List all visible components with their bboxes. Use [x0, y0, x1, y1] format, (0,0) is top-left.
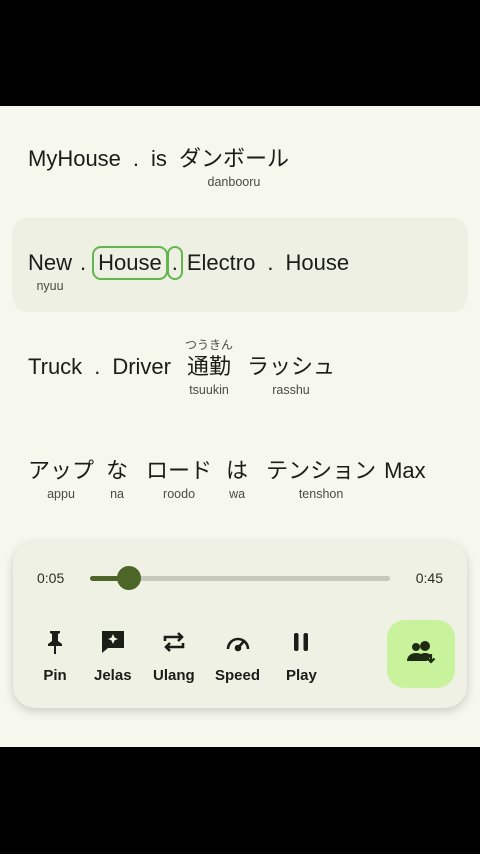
- word-separator: .: [132, 146, 140, 171]
- word-romaji: nyuu: [36, 279, 64, 293]
- word-text: House: [92, 246, 168, 280]
- lyric-word[interactable]: Max: [384, 456, 426, 486]
- word-separator: .: [80, 250, 87, 275]
- pin-label: Pin: [43, 667, 67, 684]
- seek-bar[interactable]: [90, 566, 390, 590]
- pin-button[interactable]: Pin: [40, 628, 70, 684]
- lyric-line-1[interactable]: MyHouse . is ダンボール danbooru: [28, 144, 297, 190]
- lyric-word[interactable]: は wa: [226, 456, 248, 502]
- lyric-word[interactable]: Electro: [187, 248, 255, 278]
- word-text: New: [28, 250, 73, 275]
- word-text: MyHouse: [28, 146, 121, 171]
- word-romaji: tenshon: [298, 487, 344, 501]
- word-text: Electro: [186, 250, 256, 275]
- lyric-word-current[interactable]: House: [92, 246, 168, 280]
- pin-icon: [40, 628, 70, 656]
- lyric-word[interactable]: House: [285, 248, 349, 278]
- lyric-line-3[interactable]: Truck . Driver つうきん 通勤 tsuukin ラッシュ rass…: [28, 338, 343, 398]
- total-time: 0:45: [415, 570, 443, 586]
- player-card: 0:05 0:45 Pin Jelas Ulang Speed Play: [13, 542, 467, 708]
- word-romaji: tsuukin: [189, 383, 229, 397]
- word-romaji: appu: [47, 487, 75, 501]
- word-text: Max: [384, 458, 426, 483]
- lyric-word[interactable]: ロード roodo: [146, 456, 212, 502]
- lyric-line-4[interactable]: アップ appu な na ロード roodo は wa テンション tensh…: [28, 456, 434, 502]
- ulang-label: Ulang: [153, 667, 195, 684]
- lyric-line-2[interactable]: New nyuu . House . Electro . House: [28, 246, 357, 294]
- word-romaji: na: [110, 487, 124, 501]
- speed-button[interactable]: Speed: [215, 628, 260, 684]
- repeat-icon: [159, 628, 189, 656]
- word-text: な: [106, 458, 129, 483]
- lyric-word[interactable]: MyHouse: [28, 144, 121, 174]
- word-text: Truck: [28, 354, 83, 379]
- play-pause-button[interactable]: Play: [286, 628, 317, 684]
- people-download-button[interactable]: [387, 620, 455, 688]
- ulang-button[interactable]: Ulang: [153, 628, 195, 684]
- word-text: ラッシュ: [247, 354, 336, 379]
- word-romaji: roodo: [163, 487, 196, 501]
- word-text: House: [285, 250, 350, 275]
- lyric-word[interactable]: ダンボール danbooru: [179, 144, 289, 190]
- word-furigana: つうきん: [184, 338, 233, 352]
- pause-icon: [286, 628, 316, 656]
- current-time: 0:05: [37, 570, 65, 586]
- speedometer-icon: [223, 628, 253, 656]
- speed-label: Speed: [215, 667, 261, 684]
- word-separator: .: [267, 250, 274, 275]
- lyric-word[interactable]: アップ appu: [28, 456, 94, 502]
- lyric-word[interactable]: つうきん 通勤 tsuukin: [185, 338, 233, 398]
- word-separator: .: [94, 354, 101, 379]
- word-text: は: [226, 458, 249, 483]
- word-text: アップ: [28, 458, 95, 483]
- lyric-word[interactable]: ラッシュ rasshu: [247, 338, 335, 398]
- lyrics-screen: MyHouse . is ダンボール danbooru New nyuu . H…: [0, 106, 480, 747]
- jelas-button[interactable]: Jelas: [94, 628, 132, 684]
- word-romaji: danbooru: [207, 175, 261, 189]
- jelas-label: Jelas: [94, 667, 132, 684]
- word-text: Driver: [112, 354, 171, 379]
- lyric-word[interactable]: New nyuu: [28, 248, 72, 294]
- play-label: Play: [286, 667, 317, 684]
- word-text: ダンボール: [178, 146, 289, 171]
- lyric-word[interactable]: な na: [106, 456, 128, 502]
- word-text: テンション: [266, 458, 377, 483]
- word-text: is: [151, 146, 167, 171]
- word-romaji: rasshu: [272, 383, 310, 397]
- word-separator-current: .: [166, 246, 183, 280]
- sparkle-chat-icon: [98, 628, 128, 656]
- lyric-word[interactable]: Truck: [28, 338, 82, 382]
- lyric-word[interactable]: is: [151, 144, 167, 174]
- lyric-word[interactable]: テンション tenshon: [266, 456, 376, 502]
- word-text: 通勤: [186, 354, 231, 379]
- word-romaji: wa: [229, 487, 246, 501]
- lyric-word[interactable]: Driver: [112, 338, 171, 382]
- word-text: ロード: [146, 458, 213, 483]
- seek-thumb[interactable]: [117, 566, 141, 590]
- people-download-icon: [405, 639, 437, 670]
